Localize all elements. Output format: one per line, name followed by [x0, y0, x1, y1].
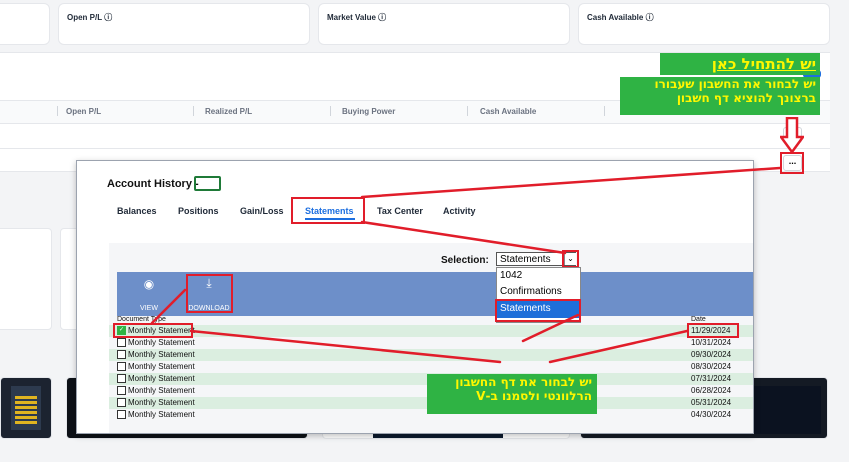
annotation-connector-lines — [150, 166, 782, 364]
